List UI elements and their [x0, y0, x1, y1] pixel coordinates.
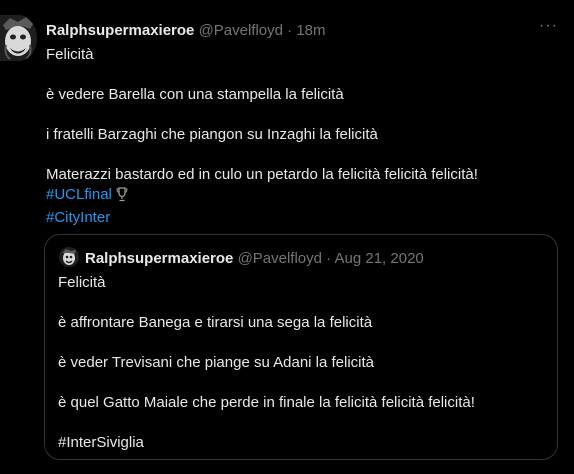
hashtag-line: #UCLfinal — [46, 185, 556, 208]
separator: · — [326, 250, 332, 267]
tweet-text: Felicità è vedere Barella con una stampe… — [46, 45, 556, 228]
quoted-handle[interactable]: @Pavelfloyd — [238, 250, 322, 267]
quoted-text: Felicità è affrontare Banega e tirarsi u… — [58, 273, 538, 453]
tweet-line: Felicità — [46, 46, 94, 63]
quoted-line: è quel Gatto Maiale che perde in finale … — [58, 394, 475, 411]
quoted-avatar[interactable] — [59, 247, 79, 267]
hashtag-uclfinal[interactable]: #UCLfinal — [46, 186, 112, 203]
separator: · — [287, 22, 293, 39]
quoted-hashtag: #InterSiviglia — [58, 434, 144, 451]
display-name[interactable]: Ralphsupermaxieroe — [46, 22, 194, 39]
more-options-icon[interactable]: ··· — [539, 18, 558, 34]
quoted-header: Ralphsupermaxieroe @Pavelfloyd · Aug 21,… — [85, 250, 424, 267]
trophy-icon — [116, 187, 128, 208]
quoted-line: Felicità — [58, 274, 106, 291]
hashtag-cityinter[interactable]: #CityInter — [46, 209, 110, 226]
quoted-display-name[interactable]: Ralphsupermaxieroe — [85, 250, 233, 267]
handle[interactable]: @Pavelfloyd — [199, 22, 283, 39]
tweet-line: Materazzi bastardo ed in culo un petardo… — [46, 166, 478, 183]
tweet[interactable]: Ralphsupermaxieroe @Pavelfloyd · 18m ···… — [0, 0, 574, 474]
quoted-line: è affrontare Banega e tirarsi una sega l… — [58, 314, 373, 331]
timestamp[interactable]: 18m — [296, 22, 325, 39]
quoted-date[interactable]: Aug 21, 2020 — [335, 250, 424, 267]
tweet-line: è vedere Barella con una stampella la fe… — [46, 86, 344, 103]
hashtag-line: #CityInter — [46, 208, 556, 228]
avatar[interactable] — [0, 15, 37, 61]
quoted-line: è veder Trevisani che piange su Adani la… — [58, 354, 375, 371]
quoted-tweet[interactable]: Ralphsupermaxieroe @Pavelfloyd · Aug 21,… — [44, 234, 558, 460]
tweet-line: i fratelli Barzaghi che piangon su Inzag… — [46, 126, 378, 143]
tweet-header: Ralphsupermaxieroe @Pavelfloyd · 18m — [46, 22, 326, 39]
